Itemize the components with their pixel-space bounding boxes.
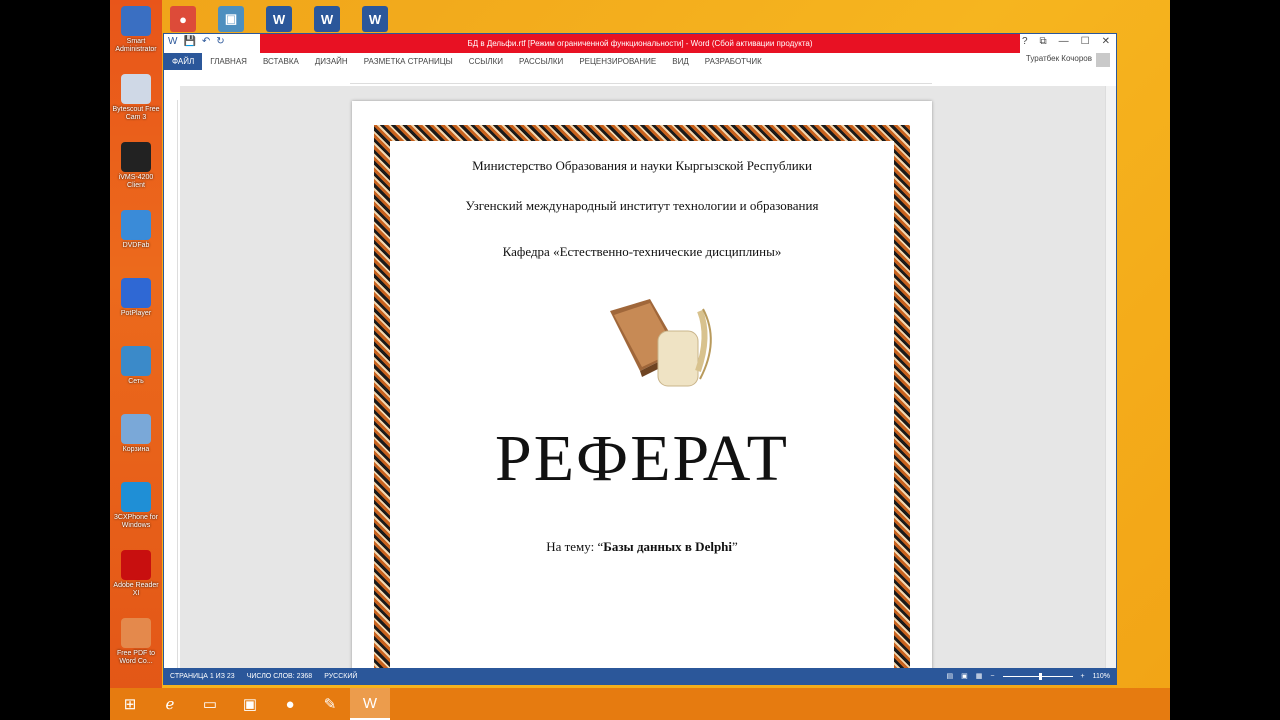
- tab-design[interactable]: ДИЗАЙН: [307, 53, 356, 70]
- document-area[interactable]: Министерство Образования и науки Кыргызс…: [180, 86, 1106, 670]
- network-icon: [121, 346, 151, 376]
- pdf-convert-icon: [121, 618, 151, 648]
- player-icon: [121, 278, 151, 308]
- read-mode-icon[interactable]: ▤: [947, 672, 954, 680]
- help-button[interactable]: ?: [1022, 36, 1028, 47]
- tab-developer[interactable]: РАЗРАБОТЧИК: [697, 53, 770, 70]
- desktop-top-icons: ● ▣ W W W: [170, 6, 388, 32]
- redo-icon[interactable]: ↻: [216, 36, 224, 47]
- phone-icon: [121, 482, 151, 512]
- word-doc-icon-3[interactable]: W: [362, 6, 388, 32]
- ribbon-display-button[interactable]: ⧉: [1040, 36, 1047, 47]
- app-icon[interactable]: ▣: [218, 6, 244, 32]
- heading-referat[interactable]: РЕФЕРАТ: [352, 421, 932, 497]
- language-indicator[interactable]: РУССКИЙ: [318, 673, 363, 680]
- zoom-slider[interactable]: [1002, 672, 1073, 680]
- document-page[interactable]: Министерство Образования и науки Кыргызс…: [352, 101, 932, 670]
- department-line[interactable]: Кафедра «Естественно-технические дисципл…: [352, 244, 932, 260]
- desktop-shortcut-label: PotPlayer: [120, 310, 152, 317]
- topic-prefix: На тему: “: [546, 539, 604, 554]
- print-layout-icon[interactable]: ▣: [961, 672, 968, 680]
- tab-file[interactable]: ФАЙЛ: [164, 53, 203, 70]
- ribbon-tabs: ФАЙЛ ГЛАВНАЯ ВСТАВКА ДИЗАЙН РАЗМЕТКА СТР…: [164, 53, 1116, 70]
- web-layout-icon[interactable]: ▦: [976, 672, 983, 680]
- book-and-quill-image[interactable]: [600, 291, 730, 401]
- close-button[interactable]: ✕: [1102, 36, 1110, 47]
- word-logo-icon: W: [168, 36, 178, 47]
- vertical-ruler[interactable]: [168, 100, 178, 670]
- desktop-shortcut[interactable]: iVMS-4200 Client: [112, 142, 160, 190]
- user-name[interactable]: Туратбек Кочоров: [1026, 54, 1092, 63]
- window-controls: ? ⧉ — ☐ ✕: [1022, 36, 1110, 47]
- desktop-shortcut-label: Adobe Reader XI: [113, 582, 159, 597]
- chrome-icon[interactable]: ●: [170, 6, 196, 32]
- paint-icon[interactable]: ✎: [310, 688, 350, 720]
- word-doc-icon[interactable]: W: [266, 6, 292, 32]
- maximize-button[interactable]: ☐: [1081, 36, 1090, 47]
- vertical-scrollbar[interactable]: [1105, 86, 1116, 670]
- desktop-shortcut-label: Bytescout Free Cam 3: [112, 106, 160, 121]
- avatar[interactable]: [1096, 53, 1110, 67]
- tab-view[interactable]: ВИД: [664, 53, 697, 70]
- word-doc-icon-2[interactable]: W: [314, 6, 340, 32]
- word-count[interactable]: ЧИСЛО СЛОВ: 2368: [241, 673, 319, 680]
- window-title: БД в Дельфи.rtf [Режим ограниченной функ…: [260, 34, 1020, 53]
- zoom-slider-thumb[interactable]: [1038, 672, 1042, 680]
- dvdfab-icon: [121, 210, 151, 240]
- word-window: W 💾 ↶ ↻ БД в Дельфи.rtf [Режим ограничен…: [163, 33, 1117, 685]
- quick-access-toolbar: W 💾 ↶ ↻: [168, 36, 225, 47]
- internet-explorer-icon[interactable]: ℯ: [150, 688, 190, 720]
- desktop-shortcut[interactable]: PotPlayer: [112, 278, 160, 318]
- start-button[interactable]: ⊞: [110, 688, 150, 720]
- pdf-icon: [121, 550, 151, 580]
- desktop-shortcut[interactable]: 3CXPhone for Windows: [112, 482, 160, 530]
- tab-home[interactable]: ГЛАВНАЯ: [202, 53, 255, 70]
- desktop-shortcut[interactable]: Adobe Reader XI: [112, 550, 160, 598]
- save-icon[interactable]: 💾: [183, 36, 195, 47]
- desktop-shortcut[interactable]: Bytescout Free Cam 3: [112, 74, 160, 122]
- desktop-shortcut-label: 3CXPhone for Windows: [114, 514, 158, 529]
- institute-line[interactable]: Узгенский международный институт техноло…: [352, 198, 932, 214]
- topic-title: Базы данных в Delphi: [603, 539, 733, 554]
- page-count[interactable]: СТРАНИЦА 1 ИЗ 23: [164, 673, 241, 680]
- zoom-level[interactable]: 110%: [1093, 673, 1110, 680]
- tab-review[interactable]: РЕЦЕНЗИРОВАНИЕ: [571, 53, 664, 70]
- status-bar: СТРАНИЦА 1 ИЗ 23 ЧИСЛО СЛОВ: 2368 РУССКИ…: [164, 668, 1116, 684]
- recycle-bin-icon: [121, 414, 151, 444]
- taskbar: ⊞ ℯ ▭ ▣ ● ✎ W: [110, 688, 1170, 720]
- horizontal-ruler[interactable]: [350, 74, 932, 84]
- desktop-shortcut[interactable]: Free PDF to Word Co...: [112, 618, 160, 666]
- desktop-shortcut[interactable]: Корзина: [112, 414, 160, 454]
- desktop-shortcut-label: iVMS-4200 Client: [118, 174, 154, 189]
- view-and-zoom-controls: ▤ ▣ ▦ − + 110%: [947, 668, 1110, 684]
- tab-references[interactable]: ССЫЛКИ: [461, 53, 511, 70]
- desktop: Smart Administrator Bytescout Free Cam 3 i…: [110, 0, 1170, 720]
- desktop-shortcut-label: Сеть: [128, 378, 144, 385]
- desktop-shortcut-label: DVDFab: [122, 242, 150, 249]
- camera-icon: [121, 74, 151, 104]
- zoom-out-button[interactable]: −: [990, 673, 994, 680]
- desktop-shortcut[interactable]: Сеть: [112, 346, 160, 386]
- undo-icon[interactable]: ↶: [202, 36, 210, 47]
- cctv-icon: [121, 142, 151, 172]
- topic-line[interactable]: На тему: “Базы данных в Delphi”: [352, 539, 932, 555]
- tab-mailings[interactable]: РАССЫЛКИ: [511, 53, 571, 70]
- tab-page-layout[interactable]: РАЗМЕТКА СТРАНИЦЫ: [356, 53, 461, 70]
- desktop-shortcut-label: Free PDF to Word Co...: [116, 650, 156, 665]
- monitor-icon: [121, 6, 151, 36]
- file-explorer-icon[interactable]: ▭: [190, 688, 230, 720]
- zoom-in-button[interactable]: +: [1081, 673, 1085, 680]
- word-taskbar-icon[interactable]: W: [350, 688, 390, 720]
- remote-desktop-icon[interactable]: ▣: [230, 688, 270, 720]
- title-bar: W 💾 ↶ ↻ БД в Дельфи.rtf [Режим ограничен…: [164, 34, 1116, 53]
- topic-suffix: ”: [732, 539, 738, 554]
- desktop-shortcut-label: Smart Administrator: [115, 38, 157, 53]
- minimize-button[interactable]: —: [1059, 36, 1069, 47]
- desktop-shortcut[interactable]: Smart Administrator: [112, 6, 160, 54]
- chrome-taskbar-icon[interactable]: ●: [270, 688, 310, 720]
- tab-insert[interactable]: ВСТАВКА: [255, 53, 307, 70]
- desktop-shortcut-label: Корзина: [122, 446, 150, 453]
- desktop-shortcut[interactable]: DVDFab: [112, 210, 160, 250]
- ministry-line[interactable]: Министерство Образования и науки Кыргызс…: [352, 158, 932, 174]
